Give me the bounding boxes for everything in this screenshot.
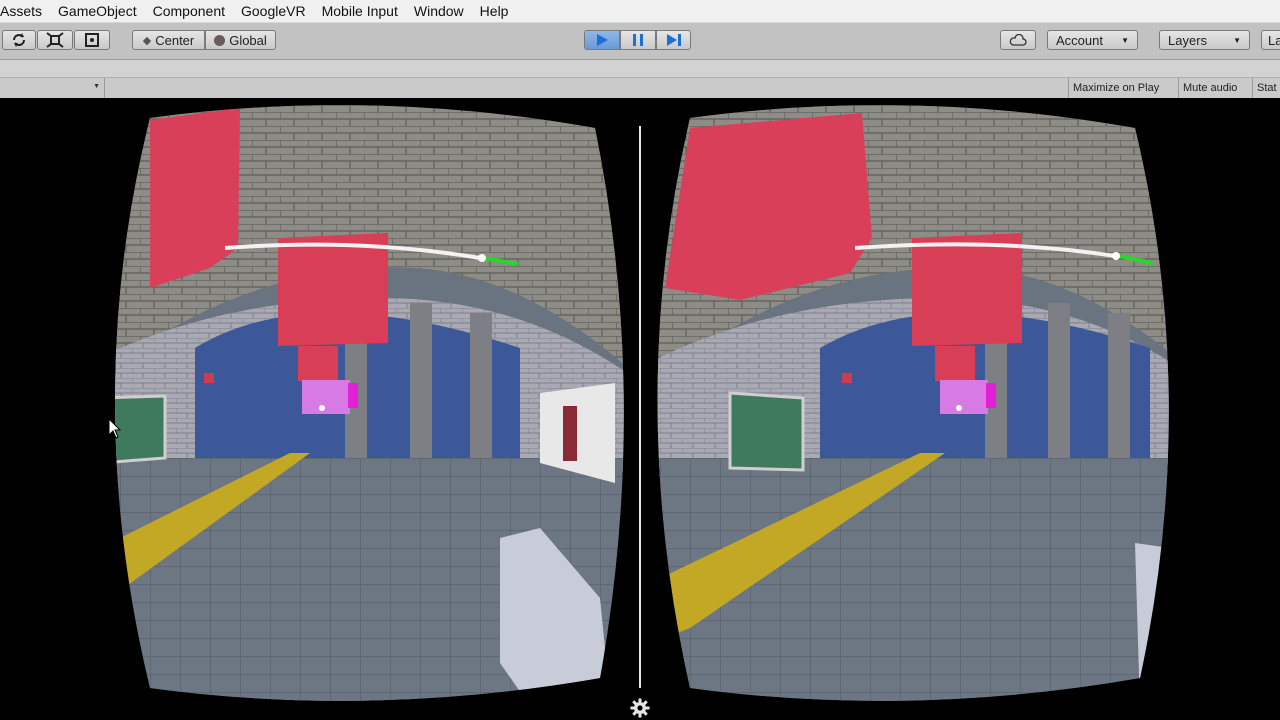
main-toolbar: ◆ Center Global Account ▼ Layers ▼ La bbox=[0, 23, 1280, 60]
game-view-tab-strip bbox=[0, 60, 1280, 78]
menu-gameobject[interactable]: GameObject bbox=[50, 0, 145, 22]
mouse-cursor-icon bbox=[108, 418, 122, 439]
aspect-dropdown[interactable]: ▼ bbox=[0, 78, 105, 98]
step-icon bbox=[666, 34, 681, 46]
right-eye-view bbox=[657, 105, 1169, 701]
menu-component[interactable]: Component bbox=[145, 0, 233, 22]
play-button[interactable] bbox=[584, 30, 620, 50]
account-dropdown[interactable]: Account ▼ bbox=[1047, 30, 1138, 50]
layers-dropdown[interactable]: Layers ▼ bbox=[1159, 30, 1250, 50]
collab-button[interactable] bbox=[1000, 30, 1036, 50]
pivot-center-button[interactable]: ◆ Center bbox=[132, 30, 205, 50]
maximize-on-play-toggle[interactable]: Maximize on Play bbox=[1068, 78, 1163, 98]
cloud-icon bbox=[1009, 34, 1027, 46]
pivot-global-label: Global bbox=[229, 32, 267, 48]
pause-icon bbox=[633, 34, 643, 46]
chevron-down-icon: ▼ bbox=[93, 83, 100, 90]
chevron-down-icon: ▼ bbox=[1121, 35, 1129, 45]
rotate-icon bbox=[13, 33, 25, 47]
game-view-toolbar: ▼ Maximize on Play Mute audio Stat bbox=[0, 78, 1280, 99]
pivot-global-button[interactable]: Global bbox=[205, 30, 276, 50]
chevron-down-icon: ▼ bbox=[1233, 35, 1241, 45]
game-viewport[interactable] bbox=[0, 98, 1280, 720]
step-button[interactable] bbox=[656, 30, 691, 50]
stereo-divider bbox=[639, 126, 641, 688]
stats-toggle[interactable]: Stat bbox=[1252, 78, 1280, 98]
mute-audio-toggle[interactable]: Mute audio bbox=[1178, 78, 1241, 98]
pivot-center-label: Center bbox=[155, 32, 195, 48]
game-view-header: ▼ Maximize on Play Mute audio Stat bbox=[0, 60, 1280, 99]
menu-window[interactable]: Window bbox=[406, 0, 472, 22]
menu-assets[interactable]: Assets bbox=[0, 0, 50, 22]
rect-tool-button[interactable] bbox=[74, 30, 110, 50]
menu-help[interactable]: Help bbox=[472, 0, 517, 22]
gear-icon[interactable] bbox=[630, 698, 650, 718]
layout-dropdown[interactable]: La bbox=[1261, 30, 1280, 50]
pivot-icon: ◆ bbox=[142, 34, 152, 47]
scale-tool-button[interactable] bbox=[37, 30, 73, 50]
play-icon bbox=[597, 34, 608, 46]
globe-icon bbox=[214, 34, 226, 46]
menu-mobile-input[interactable]: Mobile Input bbox=[314, 0, 406, 22]
menu-bar: Assets GameObject Component GoogleVR Mob… bbox=[0, 0, 1280, 23]
scale-icon bbox=[46, 32, 64, 48]
rect-transform-icon bbox=[85, 33, 99, 47]
account-label: Account bbox=[1056, 32, 1103, 48]
menu-googlevr[interactable]: GoogleVR bbox=[233, 0, 314, 22]
pause-button[interactable] bbox=[620, 30, 656, 50]
left-eye-view bbox=[115, 105, 624, 701]
layers-label: Layers bbox=[1168, 32, 1208, 48]
layout-label: La bbox=[1268, 32, 1280, 48]
rotate-tool-button[interactable] bbox=[2, 30, 36, 50]
